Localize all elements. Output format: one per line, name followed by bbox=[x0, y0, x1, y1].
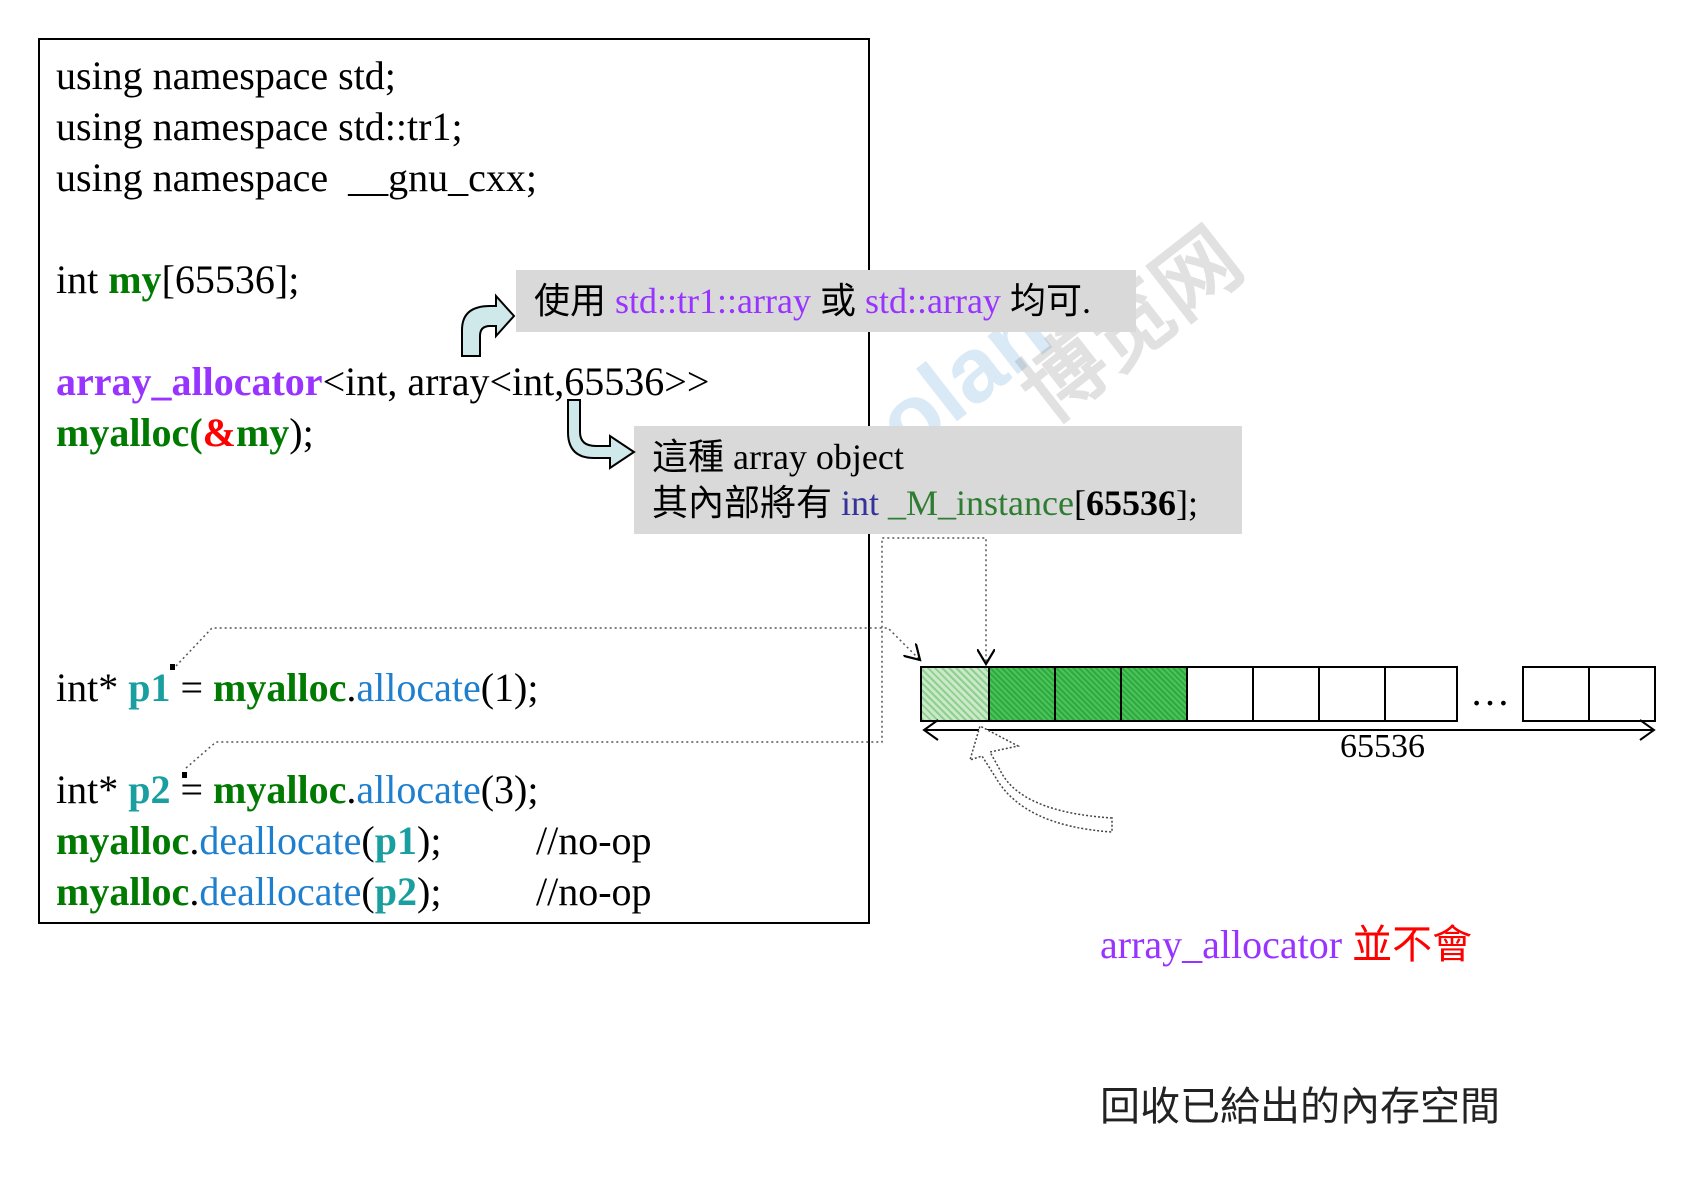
note-line-2: 回收已給出的內存空間 bbox=[1100, 1084, 1500, 1129]
bent-arrow-icon bbox=[567, 399, 636, 470]
curved-arrow-icon bbox=[461, 293, 516, 357]
reclaim-arrow-icon bbox=[968, 724, 1113, 833]
p2-marker bbox=[182, 772, 187, 778]
p2-connector bbox=[185, 537, 986, 769]
p1-connector bbox=[175, 627, 920, 667]
p1-marker bbox=[170, 664, 175, 670]
connectors-layer bbox=[170, 293, 1656, 833]
